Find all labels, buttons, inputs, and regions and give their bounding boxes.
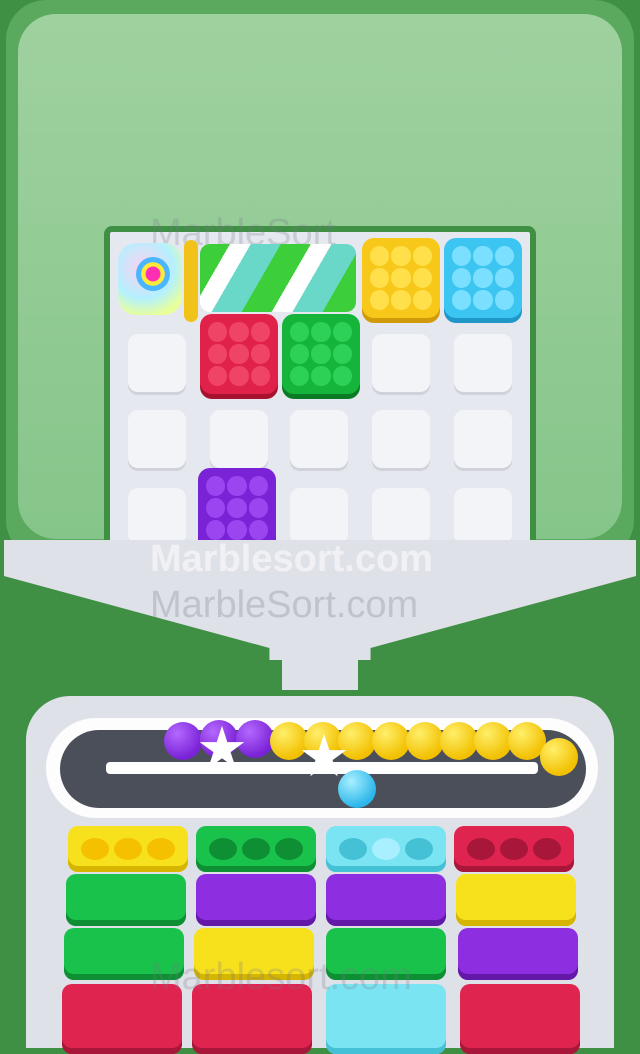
star-effect-icon: ★ xyxy=(298,724,350,789)
empty-slot[interactable] xyxy=(372,410,430,468)
column-2-slab-purple xyxy=(196,874,316,926)
empty-slot[interactable] xyxy=(128,334,186,392)
roller-ring-icon xyxy=(136,257,170,291)
marble-yellow xyxy=(372,722,410,760)
empty-slot[interactable] xyxy=(454,334,512,392)
star-effect-icon: ★ xyxy=(196,716,248,781)
marble-box-yellow[interactable] xyxy=(362,238,440,318)
empty-slot[interactable] xyxy=(128,410,186,468)
watermark-bold: Marblesort.com xyxy=(150,538,433,580)
column-3-slab-purple xyxy=(326,874,446,926)
marble-box-red[interactable] xyxy=(200,314,278,394)
column-4-top-red[interactable] xyxy=(454,826,574,872)
watermark-regular: MarbleSort.com xyxy=(150,584,419,626)
column-1-slab-green xyxy=(66,874,186,926)
column-3-top-cyan[interactable] xyxy=(326,826,446,872)
empty-slot[interactable] xyxy=(454,410,512,468)
empty-slot[interactable] xyxy=(290,410,348,468)
marble-box-purple[interactable] xyxy=(198,468,276,548)
marble-yellow xyxy=(406,722,444,760)
column-2-top-green[interactable] xyxy=(196,826,316,872)
empty-slot[interactable] xyxy=(454,488,512,546)
column-4-slab-yellow xyxy=(456,874,576,926)
marble-box-green[interactable] xyxy=(282,314,360,394)
marble-yellow xyxy=(474,722,512,760)
striped-bar-booster[interactable] xyxy=(200,244,356,312)
column-4-slab-red xyxy=(460,984,580,1054)
empty-slot[interactable] xyxy=(372,334,430,392)
watermark-faint-bottom: Marblesort.com xyxy=(150,956,412,998)
marble-yellow xyxy=(440,722,478,760)
column-1-top-yellow[interactable] xyxy=(68,826,188,872)
marble-yellow xyxy=(540,738,578,776)
column-4-slab-purple xyxy=(458,928,578,980)
rainbow-roller-booster[interactable] xyxy=(118,243,182,315)
marble-box-blue[interactable] xyxy=(444,238,522,318)
roller-rail xyxy=(184,240,198,322)
empty-slot[interactable] xyxy=(210,410,268,468)
